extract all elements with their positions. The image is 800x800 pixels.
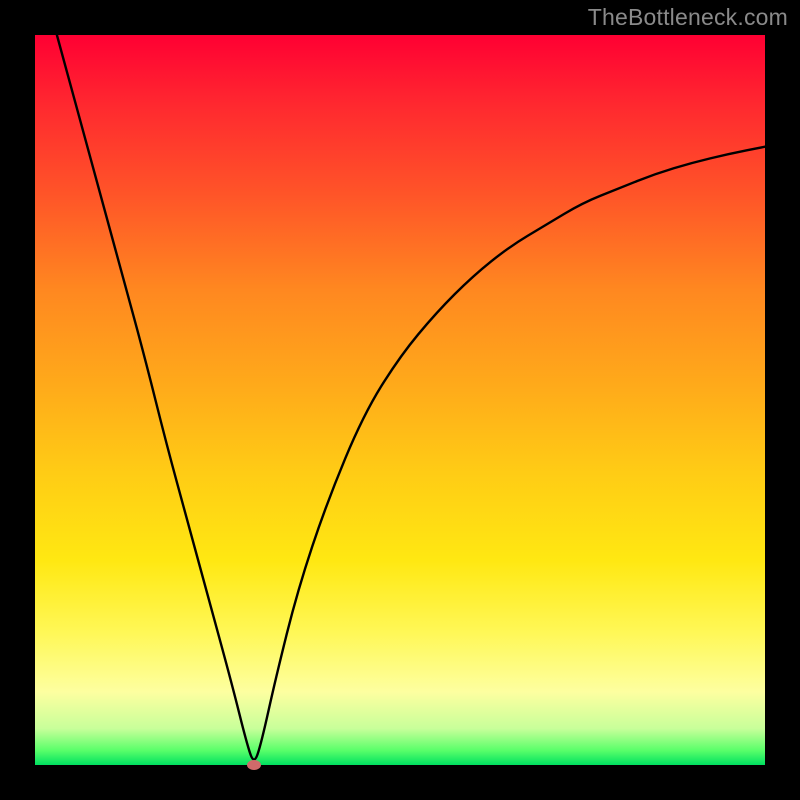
bottleneck-curve [57, 35, 765, 760]
watermark-text: TheBottleneck.com [588, 4, 788, 31]
curve-layer [35, 35, 765, 765]
minimum-marker [247, 760, 261, 770]
chart-frame: TheBottleneck.com [0, 0, 800, 800]
